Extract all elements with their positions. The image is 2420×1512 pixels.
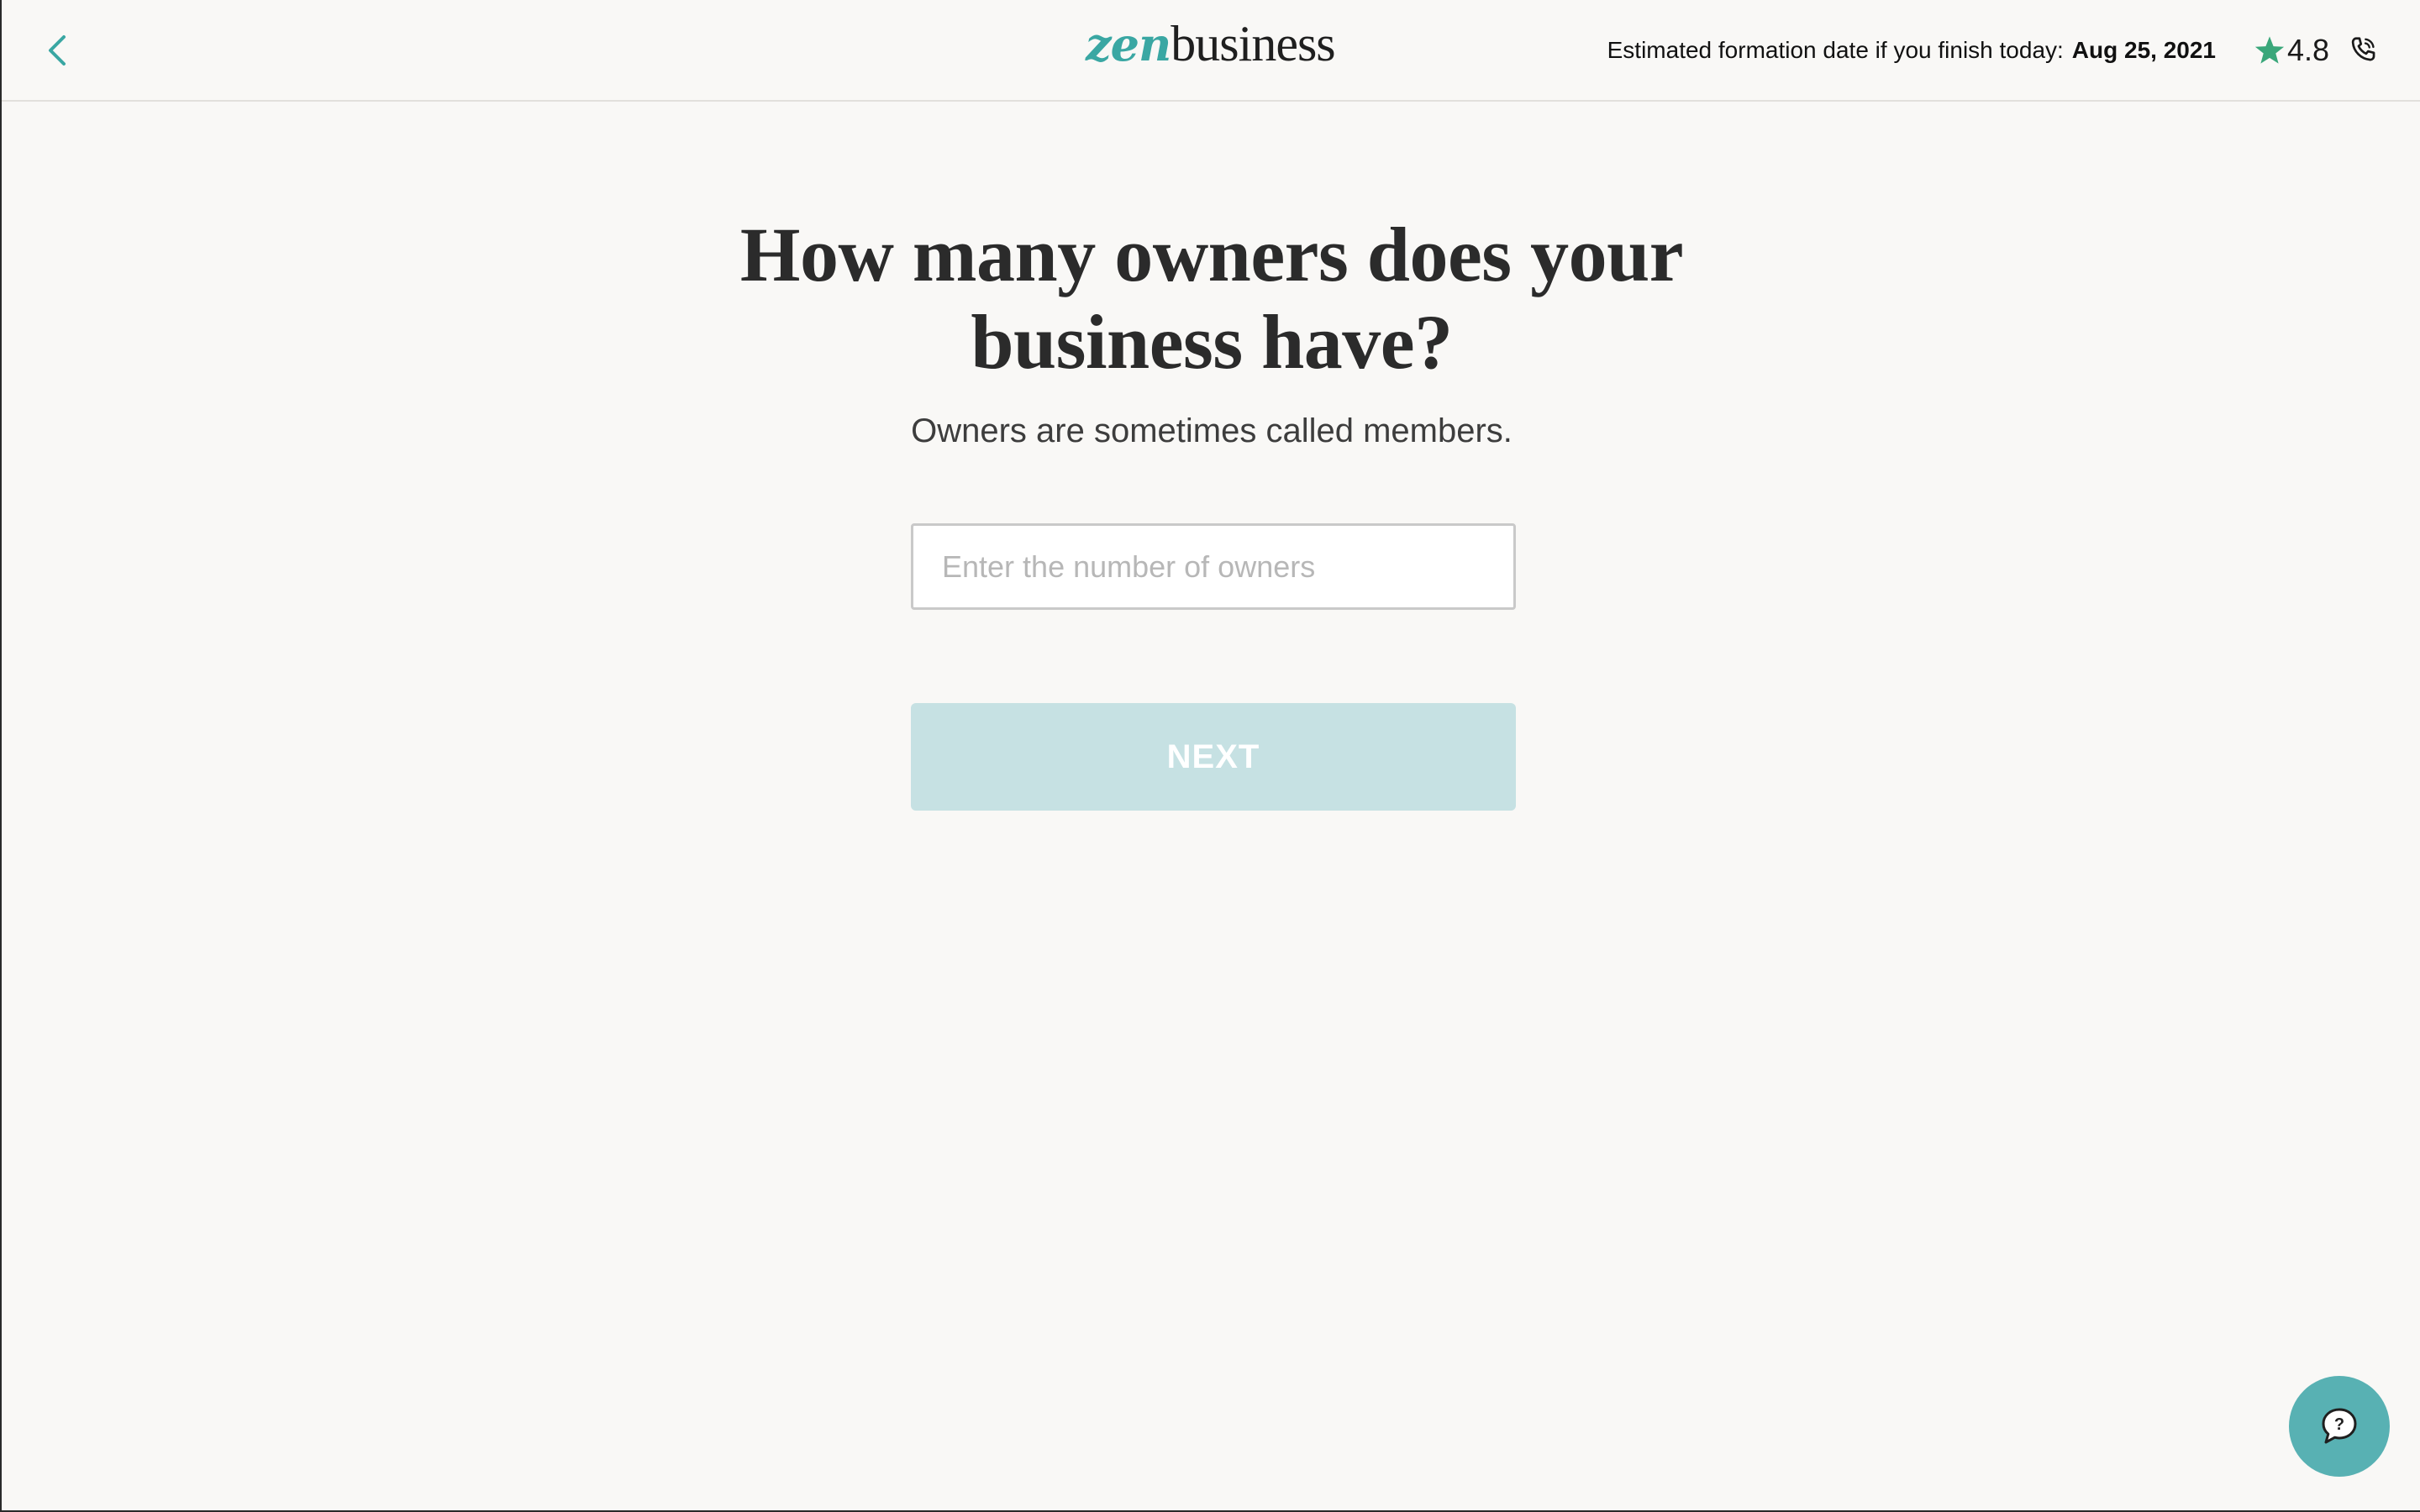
star-icon	[2254, 36, 2285, 64]
formation-label: Estimated formation date if you finish t…	[1607, 37, 2064, 63]
logo-zen-text: zen	[1086, 18, 1171, 71]
rating-badge[interactable]: 4.8	[2254, 30, 2329, 71]
back-button[interactable]	[39, 25, 76, 76]
page-subtitle: Owners are sometimes called members.	[911, 412, 1512, 449]
page-frame: zen business Estimated formation date if …	[0, 0, 2420, 1512]
rating-value: 4.8	[2287, 33, 2330, 67]
phone-icon	[2351, 37, 2375, 61]
help-glyph: ?	[2334, 1415, 2344, 1434]
page-title: How many owners does your business have?	[739, 212, 1684, 385]
formation-estimate: Estimated formation date if you finish t…	[1607, 32, 2216, 69]
phone-button[interactable]	[2346, 32, 2380, 69]
top-header: zen business Estimated formation date if …	[2, 0, 2420, 102]
next-button[interactable]: NEXT	[911, 703, 1516, 811]
formation-date: Aug 25, 2021	[2071, 37, 2216, 63]
chat-help-icon: ?	[2322, 1408, 2357, 1444]
chevron-left-icon	[49, 35, 66, 66]
owners-count-input[interactable]	[911, 523, 1516, 610]
logo-business-text: business	[1171, 16, 1335, 71]
zenbusiness-logo[interactable]: zen business	[1086, 15, 1336, 82]
help-chat-button[interactable]: ?	[2289, 1376, 2390, 1477]
